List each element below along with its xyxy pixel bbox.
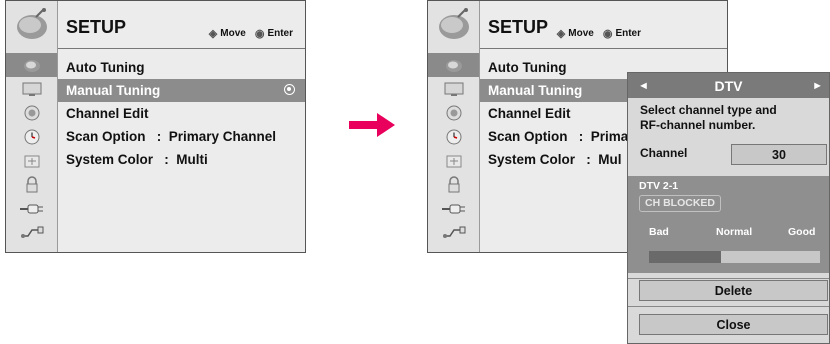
- menu-item-scan-option[interactable]: Scan Option : Primary Channel: [58, 125, 305, 148]
- menu-items: Auto Tuning Manual Tuning Channel Edit S…: [58, 56, 305, 171]
- transition-arrow-icon: [349, 113, 395, 142]
- tv-screen-icon[interactable]: [6, 77, 57, 101]
- close-button[interactable]: Close: [639, 314, 828, 335]
- icon-column: [6, 1, 58, 252]
- satellite-logo-icon: [14, 7, 50, 41]
- menu-item-label: Manual Tuning: [66, 83, 161, 98]
- popup-description: Select channel type and RF-channel numbe…: [628, 98, 829, 133]
- setup-menu-before: SETUP ◈ Move ◉ Enter Auto Tuning Manual …: [5, 0, 306, 253]
- satellite-logo-icon: [436, 7, 472, 41]
- padlock-icon[interactable]: [6, 173, 57, 197]
- enter-hint: Enter: [615, 28, 641, 39]
- menu-title: SETUP: [66, 17, 127, 37]
- lock-icon[interactable]: [428, 149, 479, 173]
- tv-screen-icon[interactable]: [428, 77, 479, 101]
- description-line: Select channel type and: [640, 103, 777, 117]
- blocked-badge: CH BLOCKED: [639, 195, 721, 212]
- menu-item-system-color[interactable]: System Color : Multi: [58, 148, 305, 171]
- move-hint: Move: [568, 28, 594, 39]
- manual-tuning-popup: ◄ DTV ► Select channel type and RF-chann…: [627, 72, 830, 344]
- clock-icon[interactable]: [428, 125, 479, 149]
- channel-type-selector[interactable]: ◄ DTV ►: [628, 73, 829, 98]
- popup-divider: [628, 306, 829, 307]
- channel-type-label: DTV: [714, 77, 743, 94]
- lock-icon[interactable]: [6, 149, 57, 173]
- menu-item-channel-edit[interactable]: Channel Edit: [58, 102, 305, 125]
- next-arrow-icon[interactable]: ►: [812, 80, 823, 92]
- signal-bad-label: Bad: [649, 226, 669, 238]
- title-divider: [480, 48, 727, 49]
- signal-strength-bar: [649, 251, 820, 263]
- channel-label: Channel: [640, 146, 688, 160]
- satellite-icon[interactable]: [428, 53, 479, 77]
- menu-item-auto-tuning[interactable]: Auto Tuning: [58, 56, 305, 79]
- navigation-hint: ◈ Move ◉ Enter: [557, 27, 641, 40]
- program-number: DTV 2-1: [639, 180, 679, 192]
- signal-strength-fill: [649, 251, 721, 263]
- padlock-icon[interactable]: [428, 173, 479, 197]
- move-hint: Move: [220, 28, 246, 39]
- clock-icon[interactable]: [6, 125, 57, 149]
- description-line: RF-channel number.: [640, 118, 756, 132]
- signal-info-panel: DTV 2-1 CH BLOCKED Bad Normal Good: [628, 176, 829, 273]
- menu-item-manual-tuning[interactable]: Manual Tuning: [58, 79, 305, 102]
- popup-divider: [628, 278, 829, 279]
- navigation-hint: ◈ Move ◉ Enter: [209, 27, 293, 40]
- prev-arrow-icon[interactable]: ◄: [638, 80, 649, 92]
- title-divider: [58, 48, 305, 49]
- signal-normal-label: Normal: [716, 226, 753, 238]
- move-icon: ◈: [556, 28, 566, 40]
- move-icon: ◈: [208, 28, 218, 40]
- enter-hint: Enter: [267, 28, 293, 39]
- input-plug-icon[interactable]: [428, 197, 479, 221]
- delete-button[interactable]: Delete: [639, 280, 828, 301]
- input-plug-icon[interactable]: [6, 197, 57, 221]
- usb-icon[interactable]: [6, 221, 57, 245]
- enter-icon: ◉: [602, 28, 613, 40]
- channel-number-field[interactable]: 30: [731, 144, 827, 165]
- menu-title: SETUP: [488, 17, 549, 37]
- channel-row: Channel 30: [628, 142, 829, 168]
- speaker-icon[interactable]: [428, 101, 479, 125]
- satellite-icon[interactable]: [6, 53, 57, 77]
- enter-radio-icon: [284, 84, 295, 95]
- usb-icon[interactable]: [428, 221, 479, 245]
- signal-good-label: Good: [788, 226, 816, 238]
- enter-icon: ◉: [254, 28, 265, 40]
- speaker-icon[interactable]: [6, 101, 57, 125]
- icon-column: [428, 1, 480, 252]
